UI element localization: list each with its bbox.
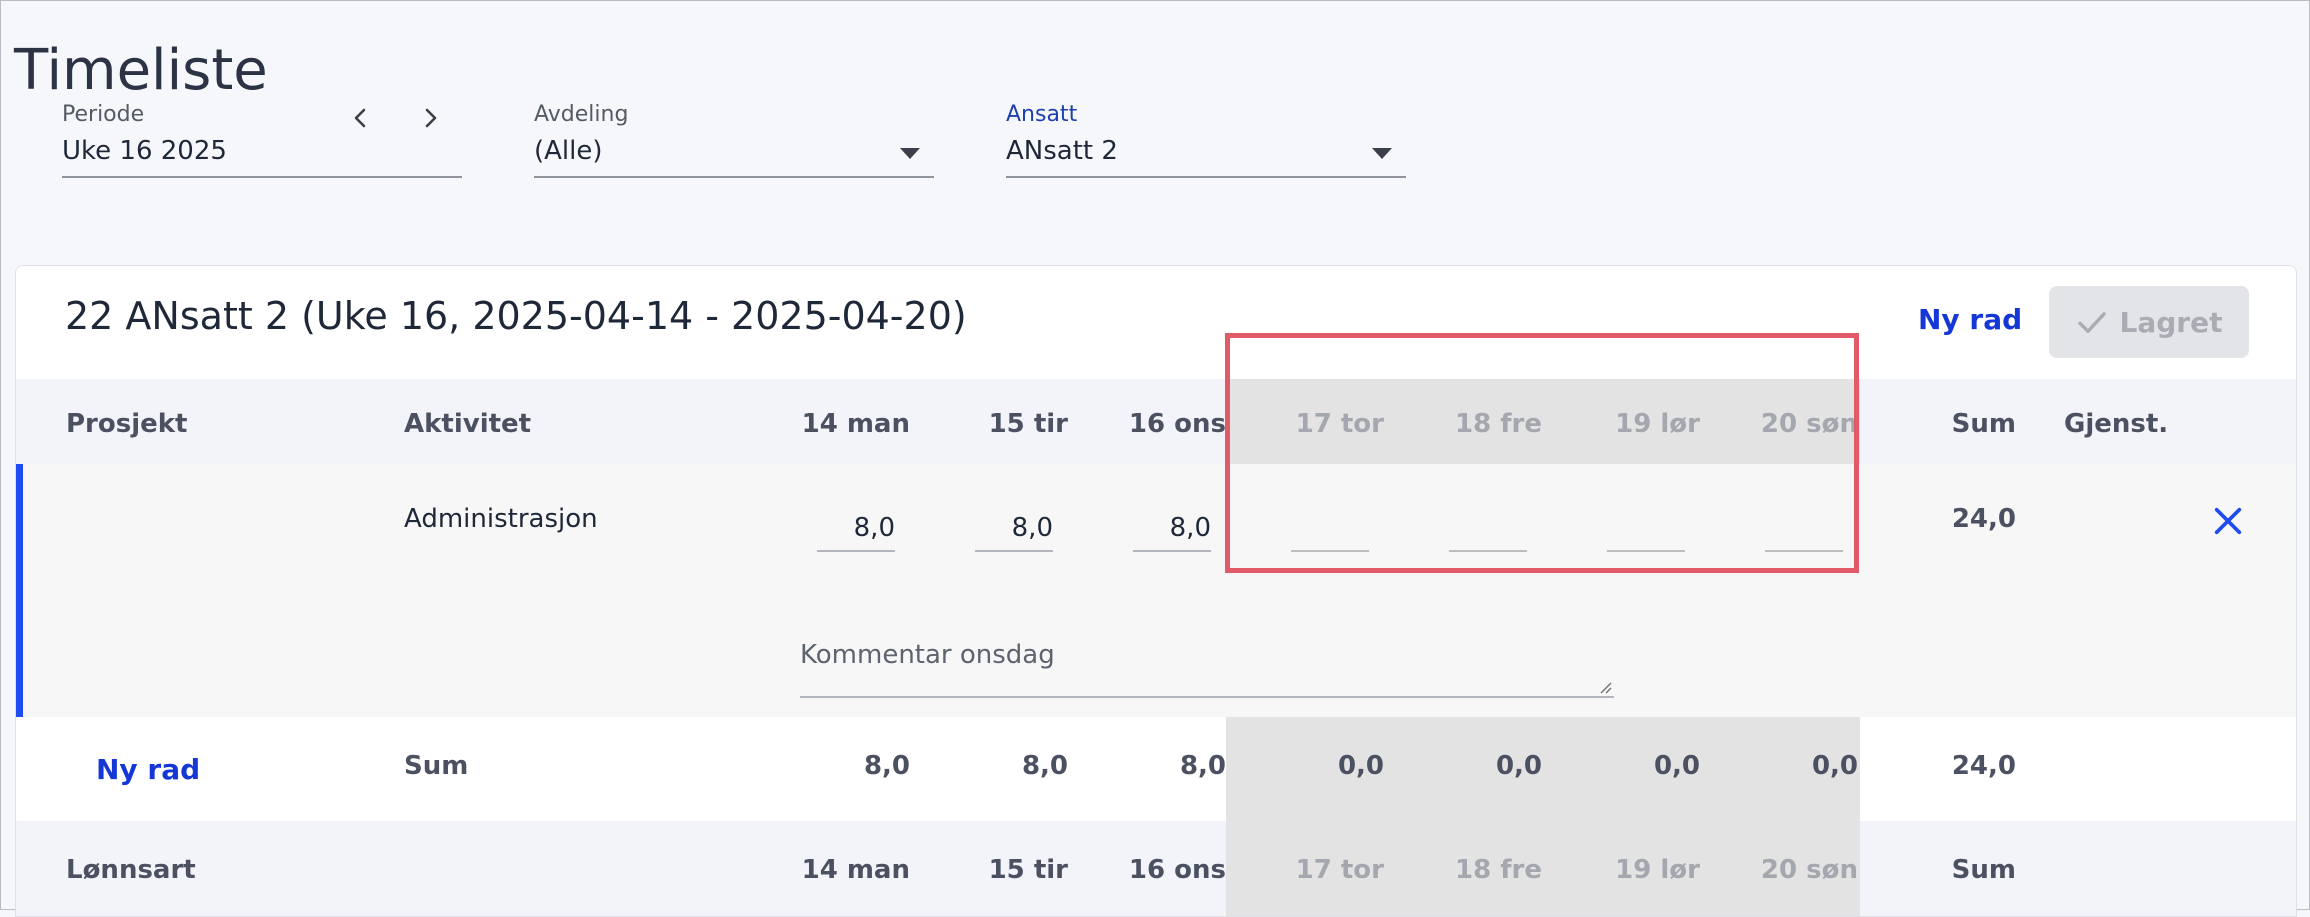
weekend-highlight-box (1225, 333, 1859, 573)
avdeling-select[interactable]: Avdeling (Alle) (534, 96, 934, 178)
chevron-left-icon (354, 108, 366, 128)
saved-label: Lagret (2119, 305, 2223, 339)
periode-value: Uke 16 2025 (62, 136, 227, 166)
hours-input-16[interactable]: 8,0 (1133, 506, 1211, 552)
total-day-16: 8,0 (1179, 751, 1226, 781)
comment-textarea[interactable]: Kommentar onsdag (800, 624, 1614, 698)
page-title: Timeliste (14, 37, 268, 103)
hours-input-14[interactable]: 8,0 (817, 506, 895, 552)
table-row: Administrasjon 8,0 8,0 8,0 24,0 Kommenta… (16, 464, 2296, 717)
header-day-16: 16 ons (1128, 409, 1226, 439)
periode-label: Periode (62, 102, 145, 127)
saved-button[interactable]: Lagret (2049, 286, 2249, 358)
lonnsart-header: Lønnsart 14 man 15 tir 16 ons 17 tor 18 … (16, 821, 2296, 916)
chevron-right-icon (425, 108, 437, 128)
hours-input-15[interactable]: 8,0 (975, 506, 1053, 552)
dropdown-arrow-icon (900, 148, 920, 159)
resize-handle-icon[interactable] (1596, 678, 1612, 694)
header-day-14: 14 man (801, 409, 910, 439)
previous-week-button[interactable] (341, 98, 381, 138)
new-row-button[interactable]: Ny rad (1918, 303, 2022, 336)
row-selected-indicator (16, 464, 23, 717)
avdeling-value: (Alle) (534, 136, 603, 166)
comment-placeholder: Kommentar onsdag (800, 640, 1055, 670)
ansatt-label: Ansatt (1006, 102, 1078, 127)
total-day-14: 8,0 (863, 751, 910, 781)
lonn-day-17: 17 tor (1295, 855, 1384, 885)
header-prosjekt: Prosjekt (66, 409, 188, 439)
total-day-15: 8,0 (1021, 751, 1068, 781)
total-day-18: 0,0 (1495, 751, 1542, 781)
header-day-15: 15 tir (988, 409, 1068, 439)
timesheet-card: 22 ANsatt 2 (Uke 16, 2025-04-14 - 2025-0… (15, 265, 2297, 917)
periode-field[interactable]: Periode Uke 16 2025 (62, 96, 462, 178)
header-aktivitet: Aktivitet (404, 409, 532, 439)
dropdown-arrow-icon (1372, 148, 1392, 159)
lonn-day-16: 16 ons (1128, 855, 1226, 885)
header-sum: Sum (1951, 409, 2016, 439)
lonn-day-19: 19 lør (1615, 855, 1700, 885)
total-day-17: 0,0 (1337, 751, 1384, 781)
avdeling-label: Avdeling (534, 102, 629, 127)
table-header: Prosjekt Aktivitet 14 man 15 tir 16 ons … (16, 379, 2296, 464)
lonn-sum: Sum (1951, 855, 2016, 885)
ansatt-select[interactable]: Ansatt ANsatt 2 (1006, 96, 1406, 178)
row-activity: Administrasjon (404, 504, 598, 534)
totals-row: Ny rad Sum 8,0 8,0 8,0 0,0 0,0 0,0 0,0 2… (16, 717, 2296, 821)
lonn-day-14: 14 man (801, 855, 910, 885)
totals-label: Sum (404, 751, 469, 781)
total-day-19: 0,0 (1653, 751, 1700, 781)
lonn-day-15: 15 tir (988, 855, 1068, 885)
row-sum: 24,0 (1951, 504, 2016, 534)
checkmark-icon (2077, 312, 2106, 334)
next-week-button[interactable] (410, 98, 450, 138)
total-day-20: 0,0 (1811, 751, 1858, 781)
lonn-day-20: 20 søn (1760, 855, 1858, 885)
header-lonnsart: Lønnsart (66, 855, 196, 885)
total-sum: 24,0 (1951, 751, 2016, 781)
ansatt-value: ANsatt 2 (1006, 136, 1118, 166)
lonn-day-18: 18 fre (1454, 855, 1542, 885)
new-row-bottom-button[interactable]: Ny rad (96, 753, 200, 786)
header-gjenst: Gjenst. (2064, 409, 2169, 439)
card-title: 22 ANsatt 2 (Uke 16, 2025-04-14 - 2025-0… (65, 294, 967, 338)
delete-row-icon[interactable] (2211, 504, 2245, 538)
